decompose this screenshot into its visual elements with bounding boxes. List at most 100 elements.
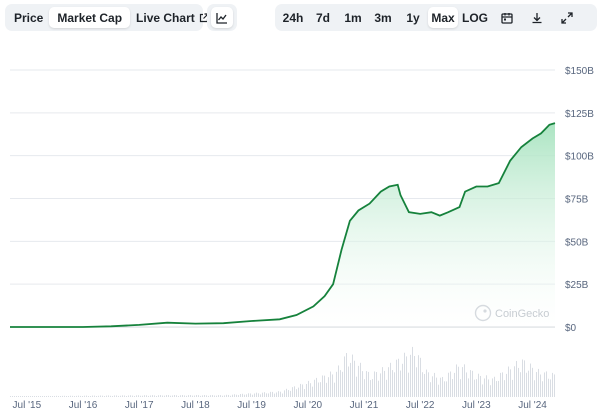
volume-bar <box>492 378 493 397</box>
volume-bar <box>216 395 217 397</box>
volume-bar <box>160 395 161 397</box>
x-tick-label: Jul '20 <box>293 400 322 411</box>
volume-bar <box>180 395 181 397</box>
volume-bar <box>208 395 209 397</box>
volume-bar <box>300 383 301 397</box>
calendar-button[interactable] <box>492 7 522 28</box>
volume-bar <box>18 396 19 397</box>
volume-bar <box>12 396 13 397</box>
volume-bar <box>530 363 531 397</box>
tab-price[interactable]: Price <box>8 7 49 28</box>
tab-market-cap[interactable]: Market Cap <box>49 7 131 28</box>
volume-bar <box>500 372 501 397</box>
volume-bar <box>258 393 259 397</box>
volume-bar <box>108 395 109 397</box>
volume-bar <box>444 381 445 397</box>
volume-bar <box>498 380 499 397</box>
volume-bar <box>462 367 463 397</box>
y-tick-label: $125B <box>565 109 594 120</box>
time-range-tabs: 24h 7d 1m 3m 1y Max LOG <box>275 4 597 31</box>
range-24h[interactable]: 24h <box>278 7 308 28</box>
chart-toolbar: Price Market Cap Live Chart 24h 7d 1m 3m… <box>0 0 600 36</box>
volume-bar <box>548 378 549 397</box>
volume-bar <box>496 381 497 397</box>
range-1y-label: 1y <box>406 10 420 25</box>
volume-bar <box>538 368 539 397</box>
range-3m[interactable]: 3m <box>368 7 398 28</box>
x-axis-labels: Jul '15 Jul '16 Jul '17 Jul '18 Jul '19 Jul '… <box>13 400 548 411</box>
volume-bar <box>132 395 133 397</box>
volume-bar <box>268 393 269 397</box>
volume-bar <box>116 395 117 397</box>
log-scale-button[interactable]: LOG <box>458 7 492 28</box>
volume-bar <box>544 372 545 397</box>
tab-live-chart[interactable]: Live Chart <box>130 7 215 28</box>
volume-bar <box>46 396 47 397</box>
volume-bar <box>316 377 317 397</box>
volume-bar <box>402 363 403 397</box>
range-3m-label: 3m <box>374 10 392 25</box>
volume-bar <box>278 391 279 397</box>
range-1m[interactable]: 1m <box>338 7 368 28</box>
volume-bar <box>388 367 389 397</box>
volume-bar <box>106 395 107 397</box>
volume-bar <box>86 395 87 397</box>
volume-bar <box>172 395 173 397</box>
tab-price-label: Price <box>14 10 44 25</box>
volume-bar <box>102 395 103 397</box>
volume-bar <box>214 395 215 397</box>
volume-bar <box>478 373 479 397</box>
volume-bar <box>176 395 177 397</box>
log-scale-label: LOG <box>462 10 488 25</box>
range-7d[interactable]: 7d <box>308 7 338 28</box>
volume-bar <box>94 395 95 397</box>
volume-bar <box>372 379 373 397</box>
line-chart-icon <box>216 12 227 24</box>
volume-bar <box>320 382 321 397</box>
volume-bar <box>272 391 273 397</box>
volume-bar <box>528 370 529 397</box>
market-cap-chart: $0 $25B $50B $75B $100B $125B $150B Jul '15 Jul… <box>0 36 600 420</box>
volume-bar <box>150 395 151 397</box>
volume-bar <box>66 396 67 397</box>
volume-bar <box>328 377 329 397</box>
volume-bar <box>520 372 521 397</box>
volume-bar <box>374 371 375 397</box>
x-tick-label: Jul '22 <box>406 400 435 411</box>
volume-bar <box>536 372 537 397</box>
volume-bar <box>122 395 123 397</box>
volume-bar <box>382 367 383 397</box>
calendar-icon <box>501 12 513 24</box>
volume-bar <box>112 395 113 397</box>
volume-bar <box>554 374 555 397</box>
volume-bar <box>448 372 449 397</box>
volume-bar <box>74 396 75 397</box>
volume-bar <box>110 395 111 397</box>
volume-bar <box>338 365 339 397</box>
download-button[interactable] <box>522 7 552 28</box>
volume-bar <box>104 396 105 397</box>
range-24h-label: 24h <box>282 10 304 25</box>
volume-bar <box>124 395 125 397</box>
volume-bar <box>306 384 307 397</box>
volume-bar <box>344 356 345 397</box>
range-max[interactable]: Max <box>428 7 458 28</box>
line-chart-button[interactable] <box>211 7 233 28</box>
y-tick-label: $0 <box>565 323 577 334</box>
volume-bar <box>22 396 23 397</box>
volume-bar <box>260 394 261 397</box>
volume-bar <box>80 395 81 397</box>
volume-bar <box>314 379 315 397</box>
volume-bar <box>128 395 129 397</box>
volume-bar <box>394 372 395 397</box>
volume-bar <box>510 369 511 397</box>
volume-bar <box>158 395 159 397</box>
volume-bar <box>280 391 281 397</box>
volume-bar <box>474 379 475 397</box>
range-1y[interactable]: 1y <box>398 7 428 28</box>
volume-bar <box>164 395 165 397</box>
volume-bar <box>28 396 29 397</box>
x-tick-label: Jul '18 <box>181 400 210 411</box>
expand-button[interactable] <box>552 7 582 28</box>
volume-bar <box>266 393 267 397</box>
